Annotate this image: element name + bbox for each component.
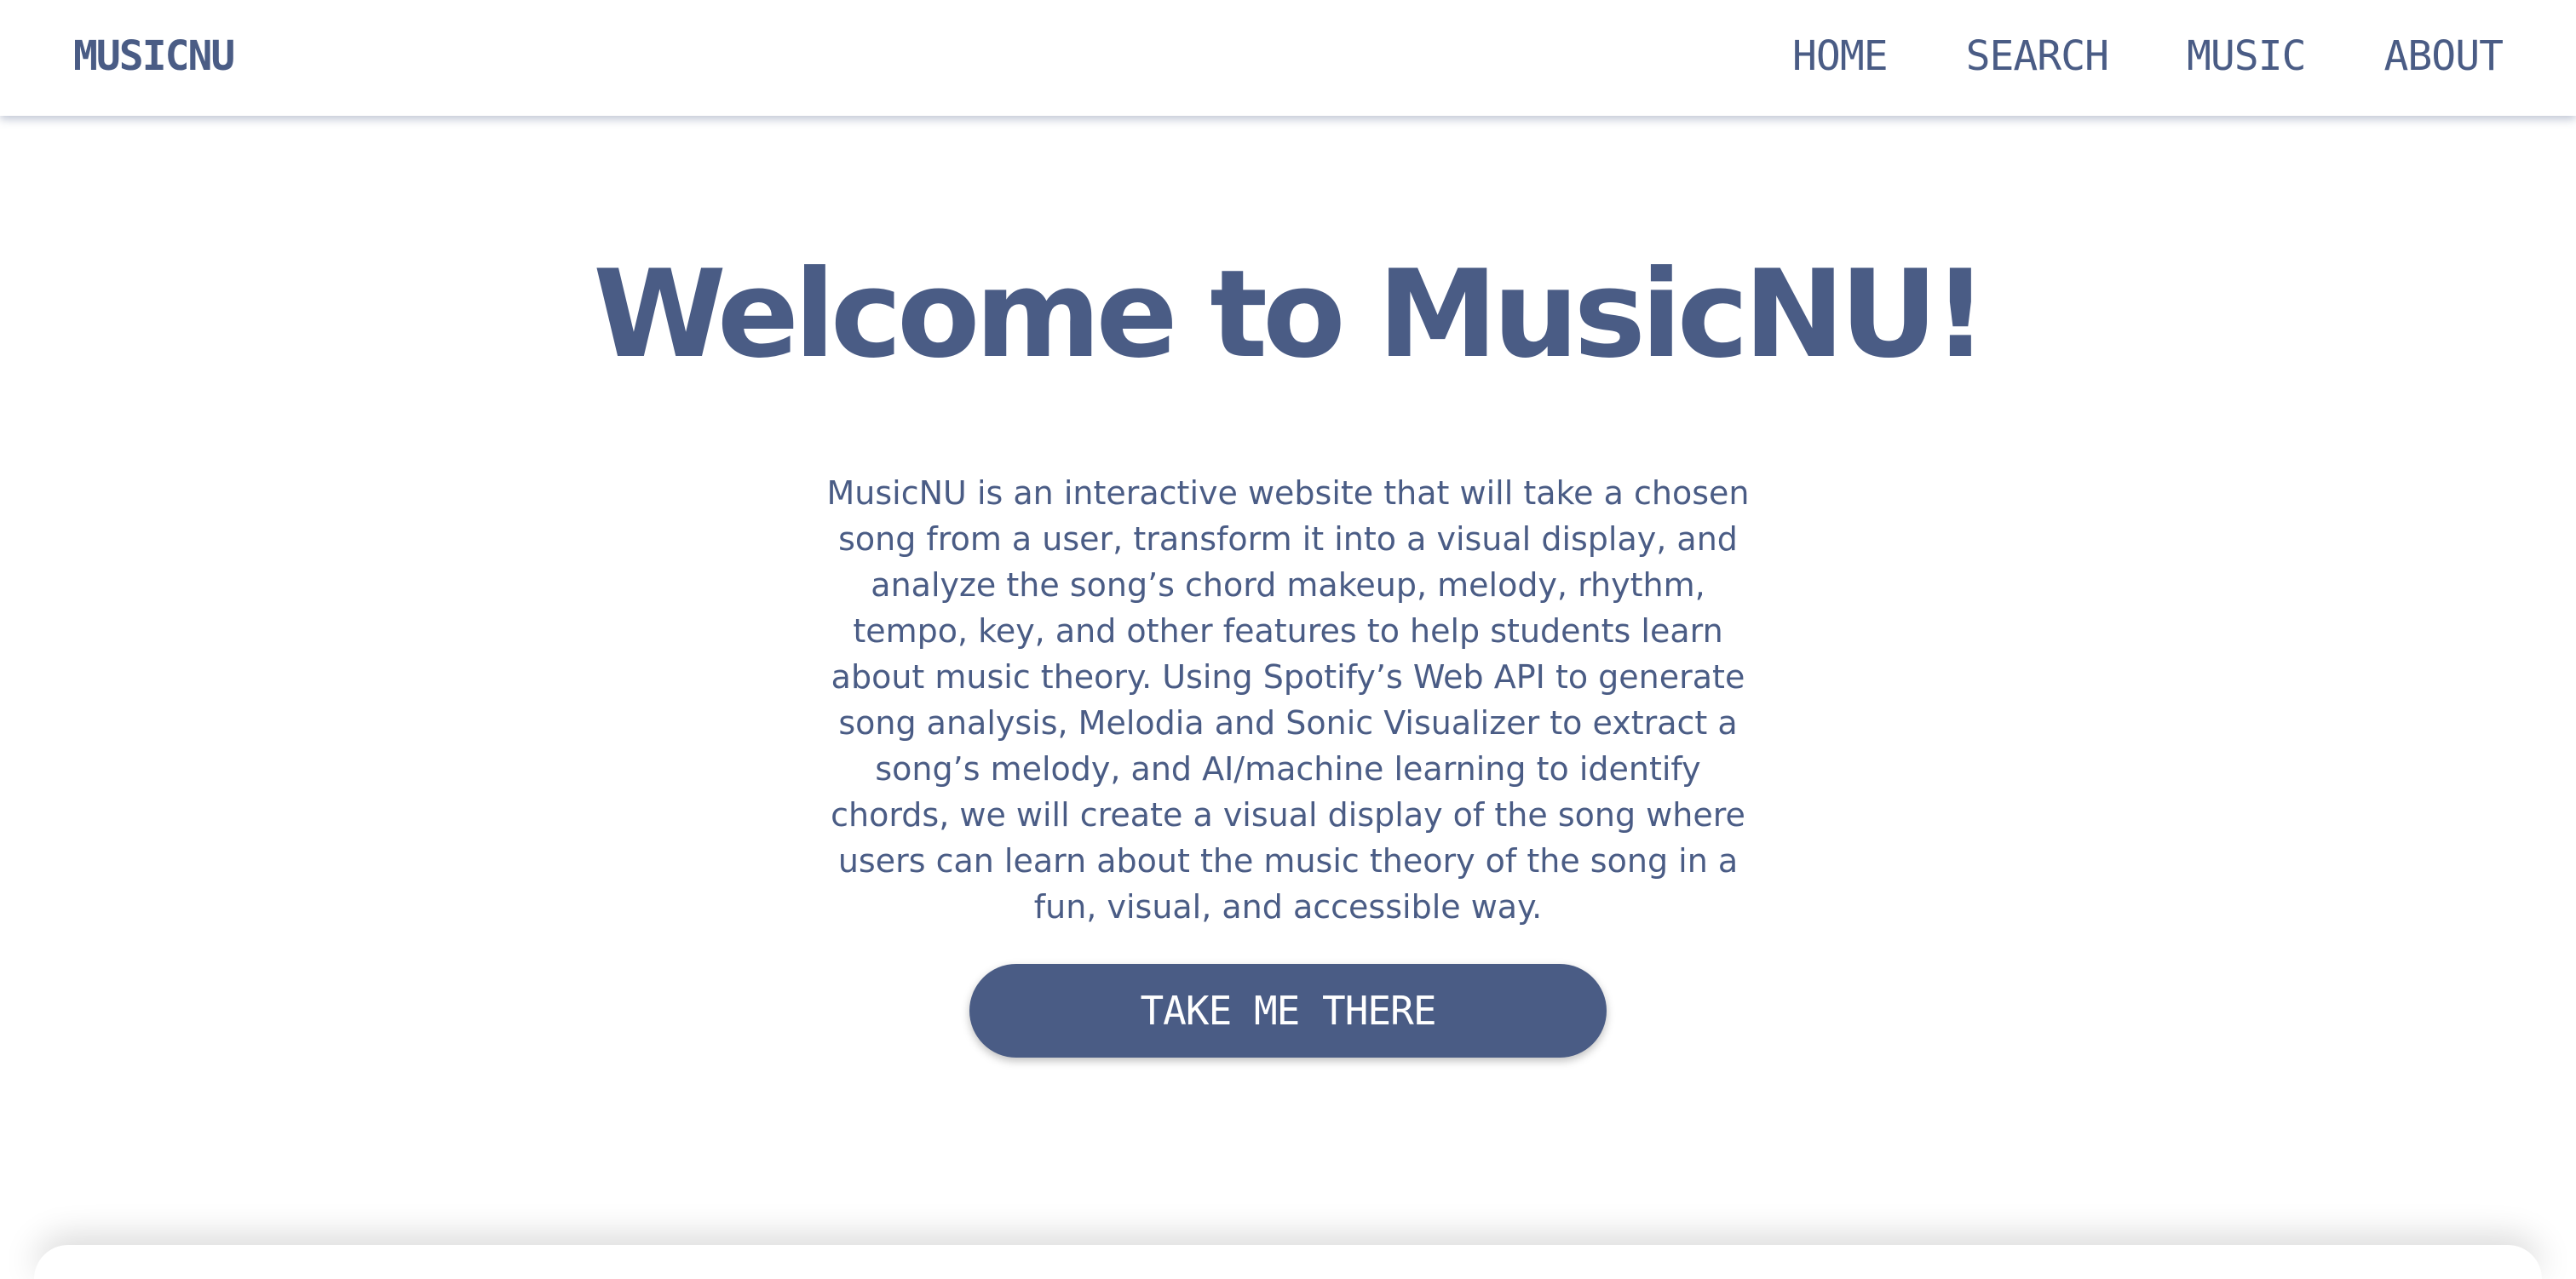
- brand-logo-link[interactable]: MUSICNU: [73, 29, 235, 83]
- nav-links: HOME SEARCH MUSIC ABOUT: [1792, 29, 2504, 83]
- nav-link-search[interactable]: SEARCH: [1966, 29, 2109, 83]
- next-section-card: [34, 1245, 2542, 1279]
- nav-link-home[interactable]: HOME: [1792, 29, 1889, 83]
- top-navbar: MUSICNU HOME SEARCH MUSIC ABOUT: [0, 0, 2576, 116]
- take-me-there-button[interactable]: TAKE ME THERE: [969, 964, 1607, 1058]
- hero-description: MusicNU is an interactive website that w…: [826, 474, 1750, 926]
- nav-link-about[interactable]: ABOUT: [2384, 29, 2504, 83]
- page-title: Welcome to MusicNU!: [593, 244, 1988, 385]
- nav-link-music[interactable]: MUSIC: [2187, 29, 2306, 83]
